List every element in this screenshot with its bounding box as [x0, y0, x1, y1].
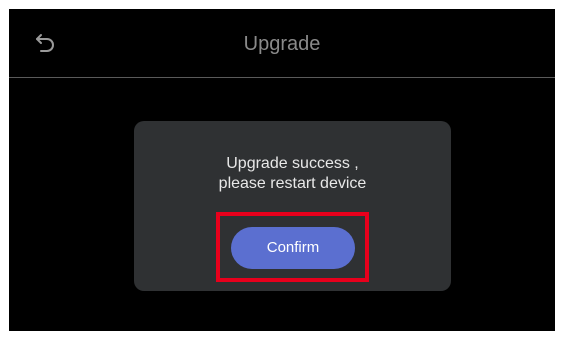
upgrade-success-dialog: Upgrade success , please restart device …: [134, 121, 451, 291]
device-screen: Upgrade Upgrade success , please restart…: [9, 9, 555, 331]
dialog-message-line-1: Upgrade success ,: [226, 155, 359, 172]
dialog-message: Upgrade success , please restart device: [134, 154, 451, 194]
confirm-button[interactable]: Confirm: [231, 227, 355, 269]
page-title: Upgrade: [243, 33, 321, 55]
header-bar: Upgrade: [9, 9, 555, 77]
dialog-message-line-2: please restart device: [218, 175, 367, 192]
header-divider: [9, 77, 555, 78]
